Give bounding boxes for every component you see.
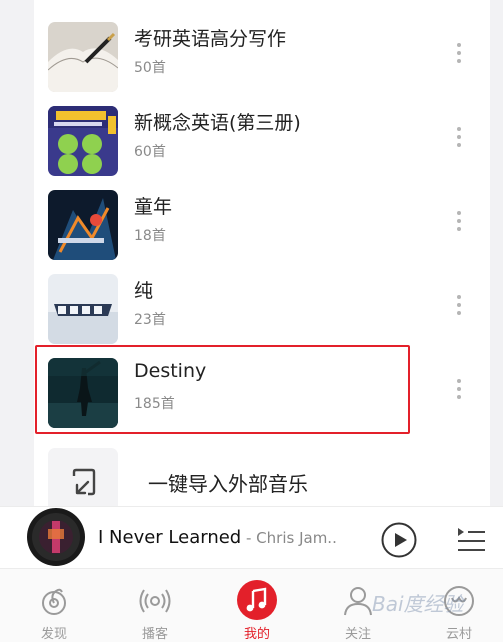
tab-label: 我的 bbox=[243, 627, 270, 642]
playlist-track-count: 60首 bbox=[134, 144, 166, 160]
play-icon[interactable] bbox=[381, 522, 417, 558]
playlist-cover bbox=[48, 22, 118, 92]
more-icon[interactable] bbox=[448, 40, 470, 74]
playlist-track-count: 185首 bbox=[134, 396, 175, 412]
tab-discover[interactable]: 发现 bbox=[24, 569, 84, 642]
more-icon[interactable] bbox=[448, 124, 470, 158]
playlist-title: 纯 bbox=[134, 280, 154, 302]
music-note-icon bbox=[236, 579, 278, 621]
playlist-queue-icon[interactable] bbox=[455, 524, 487, 554]
playlist-title: 考研英语高分写作 bbox=[134, 28, 287, 50]
follow-icon bbox=[340, 583, 376, 619]
tab-label: 播客 bbox=[141, 627, 168, 642]
playlist-track-count: 18首 bbox=[134, 228, 166, 244]
tab-label: 发现 bbox=[40, 627, 67, 642]
watermark: Bai度经验 bbox=[372, 592, 464, 616]
playlist-item[interactable]: 童年 18首 bbox=[34, 182, 490, 266]
tab-mine[interactable]: 我的 bbox=[227, 569, 287, 642]
now-playing: I Never Learned - Chris Jam... bbox=[98, 527, 338, 548]
playlist-item[interactable]: 新概念英语(第三册) 60首 bbox=[34, 98, 490, 182]
playlist-cover bbox=[48, 358, 118, 428]
playlist-item[interactable]: 考研英语高分写作 50首 bbox=[34, 14, 490, 98]
mini-player[interactable]: I Never Learned - Chris Jam... bbox=[0, 506, 503, 569]
playlist-item[interactable]: Destiny 185首 bbox=[34, 350, 490, 434]
podcast-icon bbox=[137, 583, 173, 619]
import-music-label: 一键导入外部音乐 bbox=[148, 472, 308, 496]
more-icon[interactable] bbox=[448, 292, 470, 326]
more-icon[interactable] bbox=[448, 376, 470, 410]
tab-label: 云村 bbox=[445, 627, 472, 642]
playlist-cover bbox=[48, 106, 118, 176]
more-icon[interactable] bbox=[448, 208, 470, 242]
playlist-track-count: 50首 bbox=[134, 60, 166, 76]
playlist-title: Destiny bbox=[134, 360, 207, 382]
playlist-track-count: 23首 bbox=[134, 312, 166, 328]
playlist-title: 新概念英语(第三册) bbox=[134, 112, 301, 134]
playlist-cover bbox=[48, 274, 118, 344]
artist-name: - Chris Jam... bbox=[241, 529, 338, 547]
song-title: I Never Learned bbox=[98, 527, 242, 548]
album-disc[interactable] bbox=[26, 507, 86, 567]
import-music-row[interactable]: 一键导入外部音乐 bbox=[34, 442, 490, 518]
playlist-cover bbox=[48, 190, 118, 260]
discover-icon bbox=[36, 583, 72, 619]
tab-label: 关注 bbox=[344, 627, 371, 642]
playlist-item[interactable]: 纯 23首 bbox=[34, 266, 490, 350]
playlist-title: 童年 bbox=[134, 196, 173, 218]
tab-podcast[interactable]: 播客 bbox=[125, 569, 185, 642]
